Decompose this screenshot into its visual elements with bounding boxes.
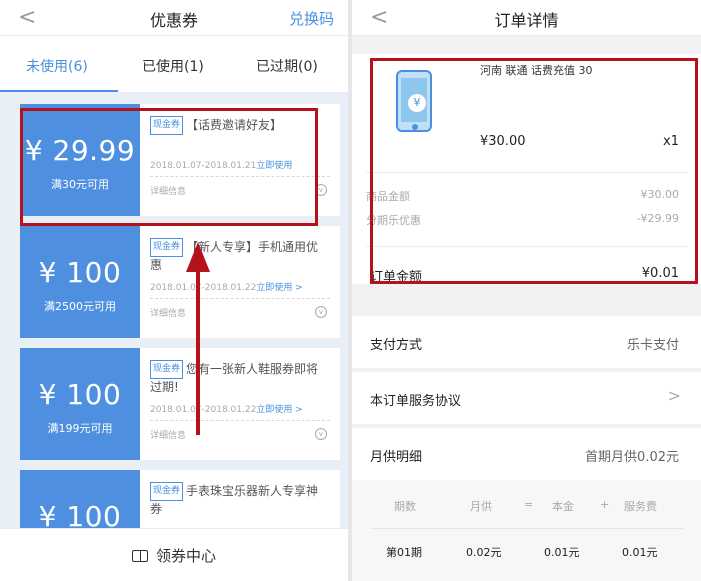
monthly-payment-value: 首期月供0.02元: [585, 450, 679, 465]
coupon-center-bar[interactable]: 领券中心: [0, 528, 348, 581]
coupon-date: 2018.01.07-2018.01.22: [150, 283, 257, 293]
coupon-validity: 2018.01.07-2018.01.22立即使用 >: [150, 280, 303, 293]
use-now-link[interactable]: 立即使用 >: [256, 283, 302, 293]
coupon-title: 现金券 【新人专享】手机通用优惠: [150, 238, 330, 274]
divider: [150, 298, 330, 299]
monthly-payment-label: 月供明细: [370, 450, 423, 465]
table-cell: 0.01元: [622, 546, 658, 559]
payment-method-value: 乐卡支付: [626, 338, 679, 353]
coupon-condition: 满199元可用: [47, 422, 113, 435]
coupon-amount: ¥ 100: [38, 378, 122, 411]
page-title: 订单详情: [494, 11, 559, 30]
annotation-arrow-head: [186, 242, 210, 272]
coupon-tabs: 未使用(6) 已使用(1) 已过期(0): [0, 40, 348, 92]
coupon-list-screen: < 优惠券 兑换码 未使用(6) 已使用(1) 已过期(0) ¥ 29.99 满…: [0, 0, 348, 581]
table-header: +: [600, 498, 610, 511]
top-nav: < 订单详情: [352, 0, 701, 36]
table-cell: 第01期: [386, 546, 422, 559]
highlight-box: [20, 108, 318, 226]
table-cell: 0.01元: [544, 546, 580, 559]
tab-expired[interactable]: 已过期(0): [256, 56, 318, 76]
redeem-code-link[interactable]: 兑换码: [289, 8, 334, 29]
cash-coupon-tag: 现金券: [150, 238, 184, 257]
coupon-body: 现金券 【新人专享】手机通用优惠 2018.01.07-2018.01.22立即使…: [150, 226, 335, 338]
top-nav: < 优惠券 兑换码: [0, 0, 348, 36]
cash-coupon-tag: 现金券: [150, 360, 184, 379]
coupon-detail-link[interactable]: 详细信息: [150, 306, 186, 319]
table-header: =: [524, 498, 534, 511]
installment-table: 期数 月供 = 本金 + 服务费 第01期 0.02元 0.01元 0.01元: [352, 480, 701, 581]
table-header: 服务费: [624, 500, 657, 513]
coupon-date: 2018.01.07-2018.01.22: [150, 405, 257, 415]
book-icon: [131, 550, 148, 562]
coupon-card[interactable]: ¥ 100 满2500元可用 现金券 【新人专享】手机通用优惠 2018.01.0…: [20, 226, 340, 338]
coupon-condition: 满2500元可用: [44, 300, 116, 313]
coupon-validity: 2018.01.07-2018.01.22立即使用 >: [150, 402, 303, 415]
coupon-body: 现金券 您有一张新人鞋服券即将过期! 2018.01.07-2018.01.22立…: [150, 348, 335, 460]
coupon-amount: ¥ 100: [38, 256, 122, 289]
coupon-detail-link[interactable]: 详细信息: [150, 428, 186, 441]
payment-method-label: 支付方式: [370, 338, 423, 353]
coupon-title: 现金券 手表珠宝乐器新人专享神券: [150, 482, 330, 518]
highlight-box: [370, 58, 698, 284]
annotation-arrow-shaft: [196, 270, 200, 435]
coupon-title: 现金券 您有一张新人鞋服券即将过期!: [150, 360, 330, 396]
service-agreement-label: 本订单服务协议: [370, 394, 462, 409]
divider: [370, 528, 684, 529]
cash-coupon-tag: 现金券: [150, 482, 184, 501]
chevron-down-icon[interactable]: v: [315, 306, 327, 318]
table-header: 期数: [394, 500, 416, 513]
tab-used[interactable]: 已使用(1): [142, 56, 204, 76]
chevron-down-icon[interactable]: v: [315, 428, 327, 440]
coupon-stub: ¥ 100 满2500元可用: [20, 226, 140, 338]
table-header: 本金: [552, 500, 574, 513]
monthly-payment-row: 月供明细 首期月供0.02元: [352, 428, 701, 480]
chevron-right-icon[interactable]: >: [668, 386, 681, 405]
divider: [150, 420, 330, 421]
table-header: 月供: [470, 500, 492, 513]
table-cell: 0.02元: [466, 546, 502, 559]
service-agreement-row[interactable]: 本订单服务协议 >: [352, 372, 701, 424]
coupon-center-button[interactable]: 领券中心: [0, 545, 348, 566]
coupon-card[interactable]: ¥ 100 满199元可用 现金券 您有一张新人鞋服券即将过期! 2018.01.…: [20, 348, 340, 460]
tab-unused[interactable]: 未使用(6): [26, 56, 88, 76]
coupon-center-label: 领券中心: [155, 547, 216, 565]
use-now-link[interactable]: 立即使用 >: [256, 405, 302, 415]
order-detail-screen: < 订单详情 ¥ 河南 联通 话费充值 30 ¥30.00 x1 商品金额 ¥3…: [352, 0, 701, 581]
payment-method-row: 支付方式 乐卡支付: [352, 316, 701, 368]
coupon-stub: ¥ 100 满199元可用: [20, 348, 140, 460]
